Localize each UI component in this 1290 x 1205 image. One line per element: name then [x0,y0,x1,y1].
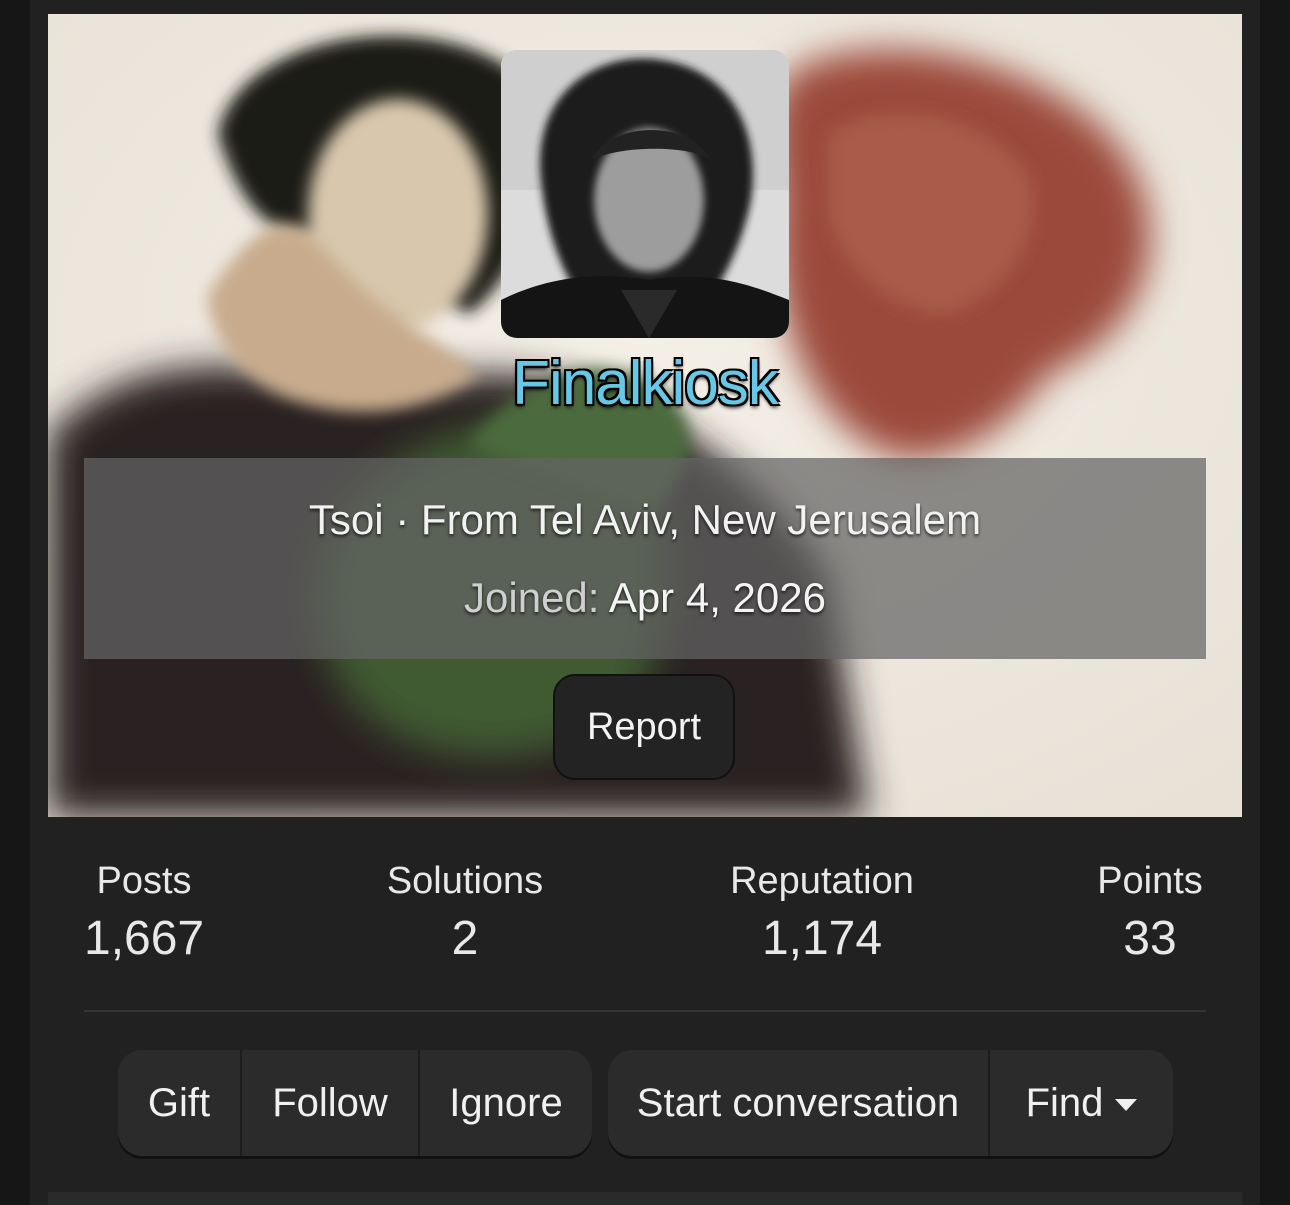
caret-down-icon [1115,1099,1138,1111]
username[interactable]: Finalkiosk [0,348,1290,419]
stat-value: 1,174 [761,912,883,965]
find-label: Find [1025,1080,1104,1125]
gift-button[interactable]: Gift [118,1050,240,1156]
joined-line: Joined: Apr 4, 2026 [84,574,1206,622]
stat-value: 33 [1123,912,1177,965]
avatar-image [501,50,789,338]
find-dropdown-button[interactable]: Find [988,1050,1173,1156]
stat-label: Reputation [730,860,914,902]
member-actions-group: Gift Follow Ignore [118,1050,592,1156]
stat-value: 2 [451,912,479,965]
profile-info-box: Tsoi · From Tel Aviv, New Jerusalem Join… [84,458,1206,659]
stat-solutions[interactable]: Solutions 2 [380,860,550,966]
profile-page: Finalkiosk Tsoi · From Tel Aviv, New Jer… [0,0,1290,1205]
start-conversation-button[interactable]: Start conversation [608,1050,988,1156]
report-button[interactable]: Report [553,674,735,780]
divider [84,1010,1206,1012]
stat-label: Solutions [386,860,544,902]
stats-row: Posts 1,667 Solutions 2 Reputation 1,174… [84,860,1206,980]
stat-value: 1,667 [84,912,205,965]
follow-button[interactable]: Follow [240,1050,418,1156]
stat-reputation[interactable]: Reputation 1,174 [722,860,922,966]
title-location: Tsoi · From Tel Aviv, New Jerusalem [308,496,982,543]
stat-points[interactable]: Points 33 [1090,860,1210,966]
joined-label: Joined: [464,574,600,621]
avatar[interactable] [501,50,789,338]
joined-date: Apr 4, 2026 [608,574,826,621]
ignore-button[interactable]: Ignore [418,1050,592,1156]
stat-label: Points [1097,860,1203,902]
next-section-edge [48,1192,1242,1205]
stat-label: Posts [96,860,192,902]
conversation-actions-group: Start conversation Find [608,1050,1173,1156]
stat-posts[interactable]: Posts 1,667 [84,860,204,966]
